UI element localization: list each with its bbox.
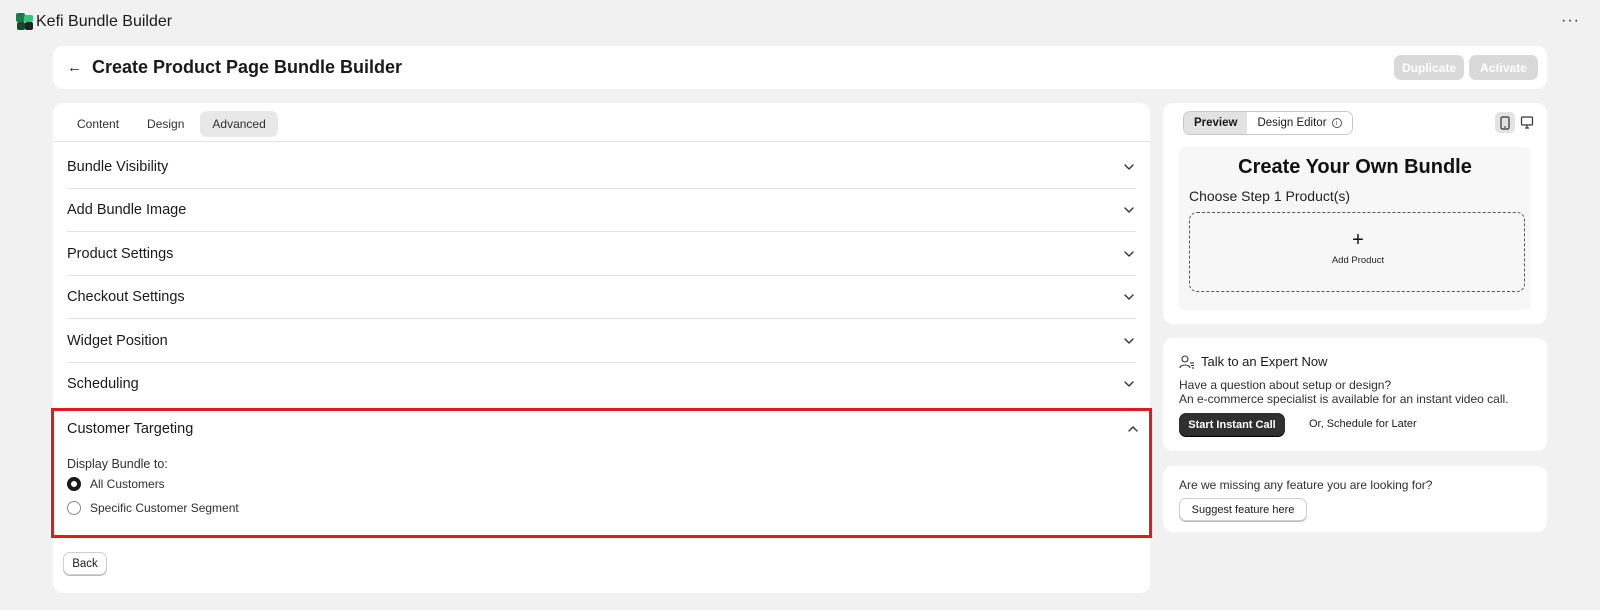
expert-description: Have a question about setup or design? A… xyxy=(1179,378,1508,406)
design-editor-tab-label: Design Editor xyxy=(1257,117,1327,129)
section-title: Product Settings xyxy=(67,245,174,262)
app-topbar: Kefi Bundle Builder ··· xyxy=(0,0,1600,44)
bundle-step-label: Choose Step 1 Product(s) xyxy=(1189,188,1351,204)
display-bundle-label: Display Bundle to: xyxy=(67,457,168,471)
plus-icon: + xyxy=(1352,229,1364,251)
app-title: Kefi Bundle Builder xyxy=(36,13,173,30)
duplicate-button[interactable]: Duplicate xyxy=(1394,55,1464,80)
desktop-icon xyxy=(1520,116,1534,129)
section-add-bundle-image[interactable]: Add Bundle Image xyxy=(67,188,1136,232)
radio-label: Specific Customer Segment xyxy=(90,501,239,515)
tabs-divider xyxy=(53,141,1150,142)
radio-specific-segment[interactable]: Specific Customer Segment xyxy=(67,501,239,515)
section-widget-position[interactable]: Widget Position xyxy=(67,319,1136,363)
section-title: Scheduling xyxy=(67,376,139,392)
feature-request-card: Are we missing any feature you are looki… xyxy=(1163,466,1547,532)
chevron-down-icon xyxy=(1124,250,1134,257)
radio-label: All Customers xyxy=(90,477,165,491)
expert-title: Talk to an Expert Now xyxy=(1201,354,1328,369)
bundle-preview-title: Create Your Own Bundle xyxy=(1238,156,1472,178)
add-product-label: Add Product xyxy=(1331,255,1385,266)
page-header: ← Create Product Page Bundle Builder Dup… xyxy=(53,46,1547,89)
chevron-down-icon xyxy=(1124,206,1134,213)
chevron-down-icon xyxy=(1124,381,1134,387)
radio-unchecked[interactable] xyxy=(67,501,81,515)
suggest-feature-button[interactable]: Suggest feature here xyxy=(1179,498,1307,521)
back-arrow-icon[interactable]: ← xyxy=(67,59,82,76)
preview-card: Preview Design Editor i Create Your Own … xyxy=(1163,103,1547,324)
tab-content[interactable]: Content xyxy=(65,111,131,137)
chevron-up-icon xyxy=(1128,426,1138,432)
section-title: Add Bundle Image xyxy=(67,201,187,218)
section-title: Bundle Visibility xyxy=(67,158,169,175)
mobile-view-button[interactable] xyxy=(1495,112,1515,133)
chevron-down-icon xyxy=(1124,293,1134,300)
tab-design[interactable]: Design xyxy=(135,111,196,137)
activate-button[interactable]: Activate xyxy=(1469,55,1538,80)
add-product-box[interactable]: + Add Product xyxy=(1189,212,1525,292)
section-customer-targeting: Customer Targeting Display Bundle to: Al… xyxy=(51,408,1152,538)
tab-bar: Content Design Advanced xyxy=(65,111,278,137)
preview-tab-label: Preview xyxy=(1194,117,1238,129)
desktop-view-button[interactable] xyxy=(1517,112,1537,133)
back-button[interactable]: Back xyxy=(63,552,107,575)
page-title: Create Product Page Bundle Builder xyxy=(92,57,403,77)
radio-all-customers[interactable]: All Customers xyxy=(67,477,165,491)
info-icon: i xyxy=(1331,118,1342,128)
bundle-preview: Create Your Own Bundle Choose Step 1 Pro… xyxy=(1179,147,1531,310)
expert-card: Talk to an Expert Now Have a question ab… xyxy=(1163,338,1547,451)
chevron-down-icon xyxy=(1124,337,1134,344)
section-scheduling[interactable]: Scheduling xyxy=(67,362,1136,406)
section-checkout-settings[interactable]: Checkout Settings xyxy=(67,275,1136,319)
section-bundle-visibility[interactable]: Bundle Visibility xyxy=(67,145,1136,189)
expert-line-2: An e-commerce specialist is available fo… xyxy=(1179,392,1509,406)
section-title: Widget Position xyxy=(67,332,168,349)
settings-card: Content Design Advanced Bundle Visibilit… xyxy=(51,103,1152,593)
section-product-settings[interactable]: Product Settings xyxy=(67,232,1136,276)
section-title: Customer Targeting xyxy=(67,421,194,437)
radio-checked[interactable] xyxy=(67,477,81,491)
preview-mode-toggle: Preview Design Editor i xyxy=(1183,111,1353,135)
chevron-down-icon xyxy=(1124,163,1134,170)
schedule-later-link[interactable]: Or, Schedule for Later xyxy=(1309,418,1417,430)
customer-targeting-header[interactable]: Customer Targeting xyxy=(67,421,1140,437)
section-title: Checkout Settings xyxy=(67,288,185,305)
start-instant-call-button[interactable]: Start Instant Call xyxy=(1179,413,1285,436)
tab-advanced[interactable]: Advanced xyxy=(200,111,278,137)
design-editor-tab[interactable]: Design Editor i xyxy=(1247,112,1352,134)
more-options-icon[interactable]: ··· xyxy=(1561,12,1580,30)
expert-header: Talk to an Expert Now xyxy=(1179,354,1327,369)
support-person-icon xyxy=(1179,354,1194,369)
expert-line-1: Have a question about setup or design? xyxy=(1179,378,1392,392)
preview-tab[interactable]: Preview xyxy=(1184,112,1248,134)
mobile-icon xyxy=(1500,115,1510,130)
app-logo-icon xyxy=(16,13,34,31)
feature-request-text: Are we missing any feature you are looki… xyxy=(1179,478,1433,492)
